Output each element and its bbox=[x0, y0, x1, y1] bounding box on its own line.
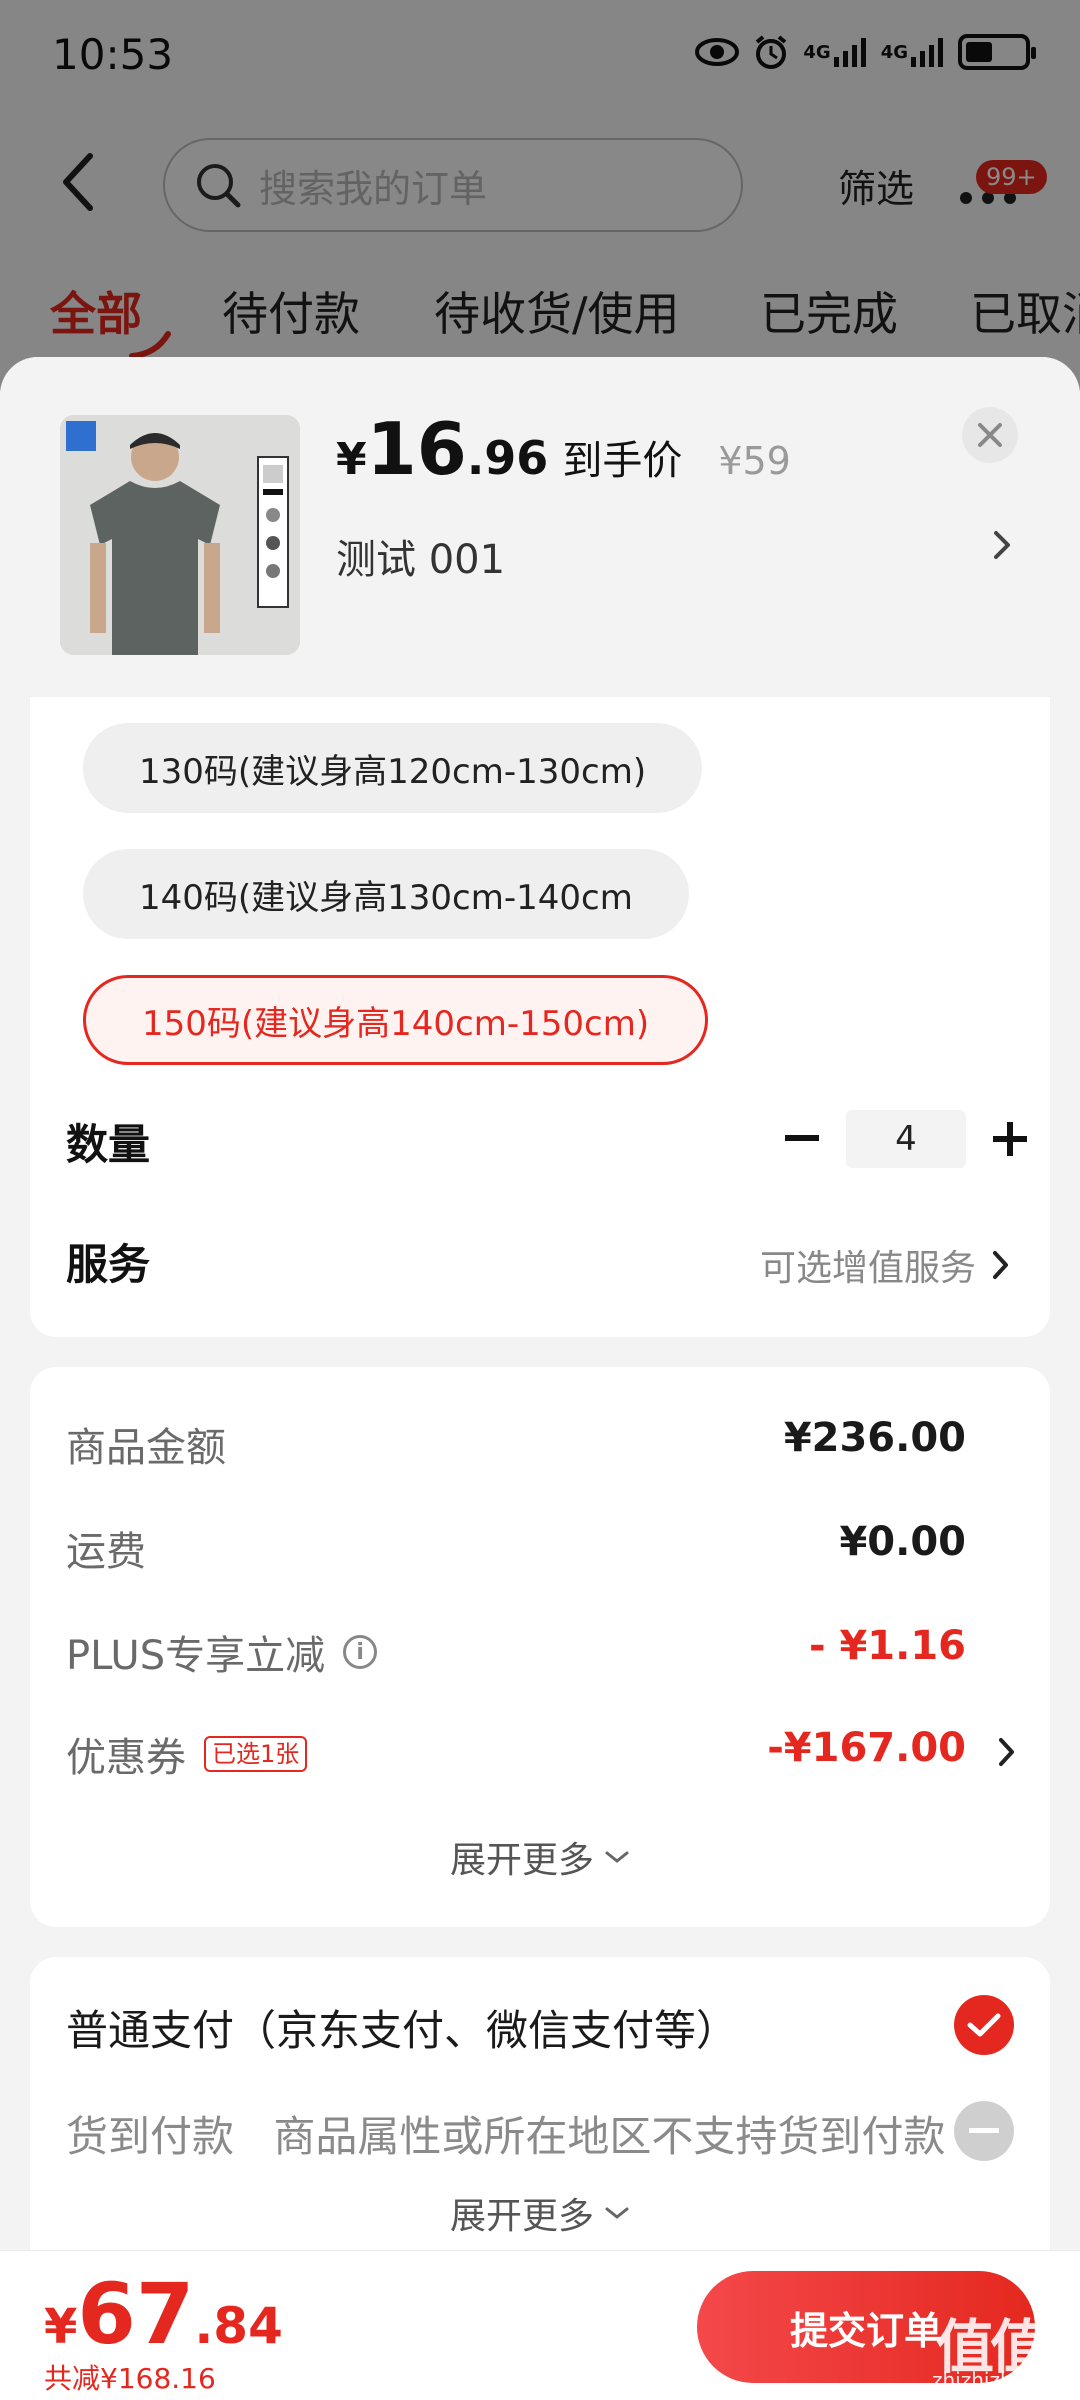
size-option-150[interactable]: 150码(建议身高140cm-150cm) bbox=[83, 975, 709, 1065]
chevron-right-icon bbox=[993, 1251, 1008, 1279]
size-option-130[interactable]: 130码(建议身高120cm-130cm) bbox=[83, 723, 703, 813]
price-row-plus: PLUS专享立减 i - ¥1.16 bbox=[66, 1623, 1016, 1683]
quantity-input[interactable]: 4 bbox=[846, 1110, 966, 1168]
payment-disabled-icon bbox=[954, 2101, 1014, 2161]
service-selector[interactable]: 可选增值服务 bbox=[760, 1239, 1010, 1291]
coupon-selected-tag: 已选1张 bbox=[204, 1736, 308, 1772]
product-header: ¥ 16 .96 到手价 ¥59 测试 001 bbox=[0, 357, 1080, 697]
quantity-stepper: 4 bbox=[772, 1109, 1040, 1169]
coupon-label-wrap: 优惠券 已选1张 bbox=[66, 1725, 308, 1783]
price-integer: 16 bbox=[366, 407, 467, 491]
cod-label: 货到付款 bbox=[66, 2112, 235, 2161]
total-currency: ¥ bbox=[44, 2299, 78, 2355]
increase-button[interactable] bbox=[980, 1109, 1040, 1169]
shipping-label: 运费 bbox=[66, 1529, 146, 1575]
expand-more-price[interactable]: 展开更多 bbox=[30, 1831, 1050, 1883]
price-row-goods: 商品金额 ¥236.00 bbox=[66, 1415, 1016, 1475]
price-tag: 到手价 bbox=[562, 438, 683, 484]
coupon-value: -¥167.00 bbox=[767, 1725, 966, 1771]
price-detail-card: 商品金额 ¥236.00 运费 ¥0.00 PLUS专享立减 i - ¥1.16… bbox=[30, 1367, 1050, 1927]
goods-amount-value: ¥236.00 bbox=[783, 1415, 966, 1461]
price-row-coupon[interactable]: 优惠券 已选1张 -¥167.00 bbox=[66, 1725, 1016, 1785]
price-currency: ¥ bbox=[336, 434, 367, 485]
expand-more-payment[interactable]: 展开更多 bbox=[30, 2187, 1050, 2239]
total-integer: 67 bbox=[77, 2265, 195, 2363]
product-price: ¥ 16 .96 到手价 ¥59 bbox=[336, 407, 791, 491]
minus-icon bbox=[785, 1135, 819, 1141]
product-image bbox=[60, 415, 300, 655]
size-option-140[interactable]: 140码(建议身高130cm-140cm bbox=[83, 849, 689, 939]
options-card: 130码(建议身高120cm-130cm) 140码(建议身高130cm-140… bbox=[30, 697, 1050, 1337]
checkout-bar: ¥ 67 .84 共减¥168.16 提交订单 bbox=[0, 2250, 1080, 2400]
total-decimal: .84 bbox=[194, 2297, 283, 2355]
plus-discount-label-wrap: PLUS专享立减 i bbox=[66, 1623, 378, 1681]
info-icon[interactable]: i bbox=[343, 1635, 378, 1669]
decrease-button[interactable] bbox=[772, 1109, 832, 1169]
tshirt-photo-icon bbox=[60, 415, 300, 655]
payment-option-normal[interactable]: 普通支付（京东支付、微信支付等） bbox=[66, 1997, 738, 2058]
goods-amount-label: 商品金额 bbox=[66, 1425, 226, 1471]
shipping-value: ¥0.00 bbox=[839, 1519, 966, 1565]
payment-checked-icon[interactable] bbox=[954, 1995, 1014, 2055]
purchase-sheet: ¥ 16 .96 到手价 ¥59 测试 001 130码(建议身高120cm-1… bbox=[0, 357, 1080, 2400]
service-value: 可选增值服务 bbox=[759, 1248, 976, 1289]
chevron-down-icon bbox=[605, 2207, 629, 2219]
service-label: 服务 bbox=[66, 1240, 151, 1289]
payment-card: 普通支付（京东支付、微信支付等） 货到付款 商品属性或所在地区不支持货到付款 展… bbox=[30, 1957, 1050, 2257]
plus-discount-label: PLUS专享立减 bbox=[66, 1633, 326, 1679]
original-price: ¥59 bbox=[718, 439, 791, 483]
cod-note: 商品属性或所在地区不支持货到付款 bbox=[273, 2112, 946, 2161]
chevron-right-icon bbox=[998, 1737, 1016, 1771]
watermark-url: zhizhizhi.com bbox=[932, 2368, 1068, 2392]
close-icon bbox=[978, 423, 1002, 447]
coupon-label: 优惠券 bbox=[66, 1735, 186, 1781]
chevron-down-icon bbox=[605, 1851, 629, 1863]
price-row-shipping: 运费 ¥0.00 bbox=[66, 1519, 1016, 1579]
chevron-right-icon[interactable] bbox=[992, 529, 1012, 565]
selected-spec[interactable]: 测试 001 bbox=[336, 527, 505, 585]
price-decimal: .96 bbox=[466, 431, 549, 485]
quantity-label: 数量 bbox=[66, 1120, 151, 1169]
payment-option-cod: 货到付款 商品属性或所在地区不支持货到付款 bbox=[66, 2103, 945, 2164]
expand-more-label: 展开更多 bbox=[449, 2196, 594, 2237]
close-button[interactable] bbox=[962, 407, 1018, 463]
expand-more-label: 展开更多 bbox=[449, 1840, 594, 1881]
total-saved: 共减¥168.16 bbox=[44, 2362, 216, 2395]
plus-discount-value: - ¥1.16 bbox=[808, 1623, 966, 1669]
plus-icon bbox=[993, 1122, 1027, 1156]
total-price: ¥ 67 .84 bbox=[44, 2265, 283, 2363]
